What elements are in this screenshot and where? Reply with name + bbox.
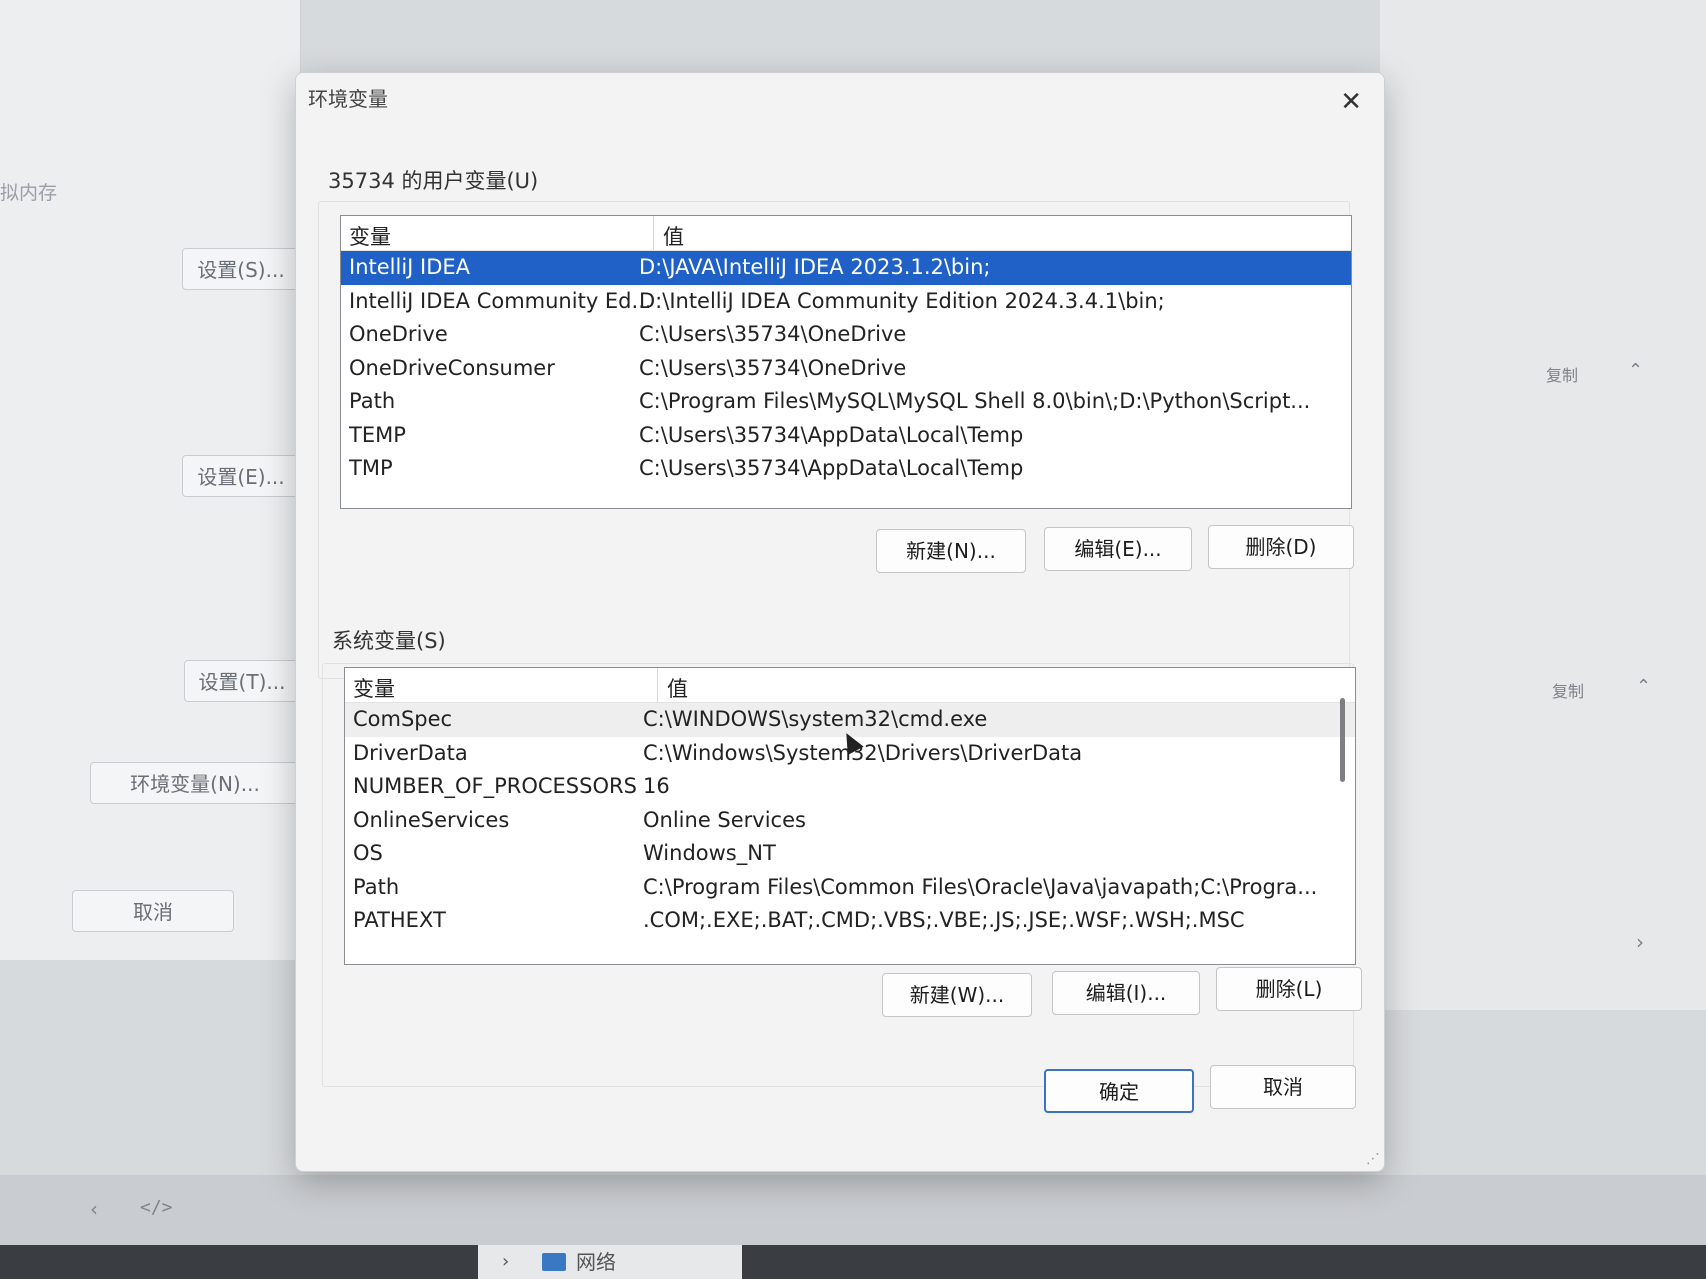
- user-delete-button[interactable]: 删除(D): [1208, 525, 1354, 569]
- variable-name: IntelliJ IDEA: [349, 255, 471, 279]
- variable-value: Online Services: [643, 807, 806, 832]
- back-icon[interactable]: ‹: [90, 1197, 98, 1221]
- column-value[interactable]: 值: [663, 221, 684, 251]
- variable-value: 16: [643, 774, 670, 798]
- chevron-up-icon[interactable]: ⌃: [1628, 360, 1643, 381]
- system-edit-button[interactable]: 编辑(I)...: [1052, 971, 1200, 1015]
- variable-name: OneDrive: [349, 322, 448, 346]
- variable-value: C:\Users\35734\OneDrive: [639, 355, 907, 380]
- variable-name: Path: [349, 389, 396, 413]
- variable-name: ComSpec: [353, 707, 453, 731]
- variable-name: IntelliJ IDEA Community Ed...: [349, 288, 649, 313]
- chevron-right-icon[interactable]: ›: [502, 1245, 509, 1279]
- settings-right-pane: 复制 ⌃ 复制 ⌃ ›: [1380, 0, 1706, 1010]
- user-new-button[interactable]: 新建(N)...: [876, 529, 1026, 573]
- background-cancel-button[interactable]: 取消: [72, 890, 234, 932]
- variable-row[interactable]: OneDriveConsumer C:\Users\35734\OneDrive: [341, 352, 1351, 386]
- environment-variables-dialog: 环境变量 ✕ 35734 的用户变量(U) 变量 值 IntelliJ IDEA…: [295, 72, 1385, 1172]
- user-profile-settings-button[interactable]: 设置(E)...: [182, 455, 300, 497]
- user-variables-list[interactable]: 变量 值 IntelliJ IDEA D:\JAVA\IntelliJ IDEA …: [340, 215, 1352, 509]
- variable-value: .COM;.EXE;.BAT;.CMD;.VBS;.VBE;.JS;.JSE;.…: [643, 908, 1245, 932]
- system-new-button[interactable]: 新建(W)...: [882, 973, 1032, 1017]
- bottom-area: ‹ </> › 网络: [0, 1175, 1706, 1279]
- variable-row[interactable]: TMP C:\Users\35734\AppData\Local\Temp: [341, 452, 1351, 486]
- dialog-title: 环境变量: [308, 87, 388, 111]
- system-variables-header: 变量 值: [345, 668, 1355, 703]
- variable-row[interactable]: OS Windows_NT: [345, 837, 1355, 871]
- taskbar: [0, 1245, 1706, 1279]
- column-divider[interactable]: [653, 216, 654, 250]
- column-divider[interactable]: [657, 668, 658, 702]
- system-delete-button[interactable]: 删除(L): [1216, 967, 1362, 1011]
- variable-value: C:\Users\35734\OneDrive: [639, 322, 907, 346]
- variable-value: C:\Users\35734\AppData\Local\Temp: [639, 456, 1024, 480]
- variable-value: C:\Windows\System32\Drivers\DriverData: [643, 740, 1083, 765]
- network-label: 网络: [576, 1250, 616, 1274]
- user-variables-label: 35734 的用户变量(U): [328, 169, 539, 193]
- variable-name: PATHEXT: [353, 908, 446, 932]
- variable-value: C:\Program Files\MySQL\MySQL Shell 8.0\b…: [639, 389, 1311, 413]
- variable-name: DriverData: [353, 740, 468, 765]
- variable-name: TEMP: [349, 422, 406, 447]
- cancel-button[interactable]: 取消: [1210, 1065, 1356, 1109]
- variable-value: C:\Users\35734\AppData\Local\Temp: [639, 422, 1024, 447]
- ok-button[interactable]: 确定: [1044, 1069, 1194, 1113]
- variable-row[interactable]: Path C:\Program Files\MySQL\MySQL Shell 8…: [341, 385, 1351, 419]
- variable-value: C:\Program Files\Common Files\Oracle\Jav…: [643, 874, 1318, 899]
- close-icon[interactable]: ✕: [1340, 89, 1362, 115]
- chevron-right-icon[interactable]: ›: [1636, 930, 1644, 954]
- variable-row[interactable]: Path C:\Program Files\Common Files\Oracle…: [345, 871, 1355, 905]
- variable-value: C:\WINDOWS\system32\cmd.exe: [643, 707, 988, 731]
- variable-row[interactable]: IntelliJ IDEA Community Ed... D:\IntelliJ…: [341, 285, 1351, 319]
- code-icon[interactable]: </>: [140, 1197, 173, 1218]
- column-variable[interactable]: 变量: [349, 221, 391, 251]
- virtual-memory-label: 拟内存: [0, 182, 58, 204]
- variable-name: OS: [353, 841, 383, 865]
- scrollbar[interactable]: [1340, 698, 1345, 782]
- variable-row[interactable]: OneDrive C:\Users\35734\OneDrive: [341, 318, 1351, 352]
- system-variables-list[interactable]: 变量 值 ComSpec C:\WINDOWS\system32\cmd.exe D…: [344, 667, 1356, 965]
- copy-link[interactable]: 复制: [1552, 678, 1584, 702]
- variable-row[interactable]: IntelliJ IDEA D:\JAVA\IntelliJ IDEA 2023.…: [341, 251, 1351, 285]
- copy-link[interactable]: 复制: [1546, 362, 1578, 386]
- network-nav-item[interactable]: › 网络: [478, 1245, 742, 1279]
- performance-settings-button[interactable]: 设置(S)...: [182, 248, 300, 290]
- variable-row[interactable]: PATHEXT .COM;.EXE;.BAT;.CMD;.VBS;.VBE;.JS…: [345, 904, 1355, 938]
- network-icon: [542, 1253, 566, 1271]
- variable-value: D:\IntelliJ IDEA Community Edition 2024.…: [639, 288, 1165, 313]
- variable-name: OnlineServices: [353, 807, 510, 832]
- variable-name: OneDriveConsumer: [349, 355, 555, 380]
- startup-settings-button[interactable]: 设置(T)...: [184, 660, 300, 702]
- system-properties-window: 拟内存 设置(S)... 设置(E)... 设置(T)... 环境变量(N)..…: [0, 0, 301, 960]
- column-value[interactable]: 值: [667, 673, 688, 703]
- resize-grip-icon[interactable]: ⋰: [1366, 1151, 1380, 1167]
- chevron-up-icon[interactable]: ⌃: [1636, 676, 1651, 697]
- variable-name: NUMBER_OF_PROCESSORS: [353, 774, 637, 798]
- variable-value: D:\JAVA\IntelliJ IDEA 2023.1.2\bin;: [639, 255, 991, 279]
- environment-variables-button[interactable]: 环境变量(N)...: [90, 762, 300, 804]
- user-variables-header: 变量 值: [341, 216, 1351, 251]
- variable-name: Path: [353, 874, 400, 899]
- variable-row[interactable]: NUMBER_OF_PROCESSORS 16: [345, 770, 1355, 804]
- variable-row[interactable]: TEMP C:\Users\35734\AppData\Local\Temp: [341, 419, 1351, 453]
- variable-row[interactable]: OnlineServices Online Services: [345, 804, 1355, 838]
- column-variable[interactable]: 变量: [353, 673, 395, 703]
- variable-name: TMP: [349, 456, 393, 480]
- variable-value: Windows_NT: [643, 841, 776, 865]
- system-variables-label: 系统变量(S): [332, 629, 446, 653]
- user-edit-button[interactable]: 编辑(E)...: [1044, 527, 1192, 571]
